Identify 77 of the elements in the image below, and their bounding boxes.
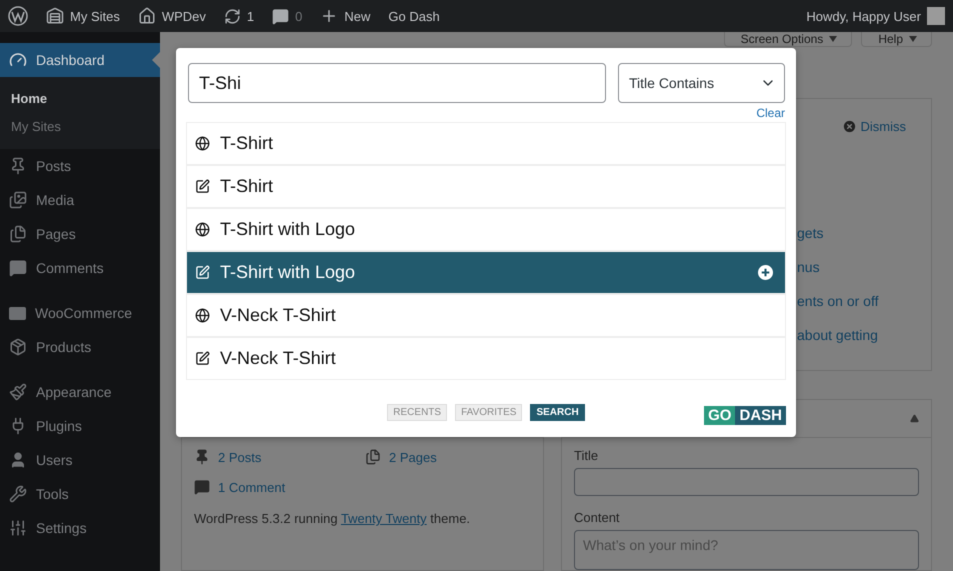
- clear-link[interactable]: Clear: [756, 106, 785, 120]
- title-input[interactable]: [574, 468, 919, 496]
- help-button[interactable]: Help: [861, 32, 932, 47]
- close-icon: [842, 119, 856, 134]
- sidebar-item[interactable]: Products: [0, 330, 160, 364]
- edit-icon: [195, 351, 210, 366]
- box-icon: [9, 338, 27, 356]
- welcome-link[interactable]: about getting: [797, 326, 878, 344]
- pin-icon: [9, 157, 27, 175]
- speech-bubble-icon: [194, 479, 210, 495]
- caret-icon: [829, 36, 838, 42]
- sidebar-item[interactable]: WooCommerce: [0, 296, 160, 330]
- house-icon: [138, 7, 156, 25]
- globe-icon: [195, 308, 210, 323]
- go-dash-logo: GO DASH: [704, 406, 786, 425]
- version-text: WordPress 5.3.2 running Twenty Twenty theme.: [193, 510, 472, 526]
- submenu-item[interactable]: My Sites: [0, 112, 160, 140]
- welcome-link[interactable]: ents on or off: [797, 292, 878, 310]
- sidebar-item[interactable]: Comments: [0, 251, 160, 285]
- pages-icon: [9, 225, 27, 243]
- paintbrush-icon: [9, 383, 27, 401]
- caret-icon: [909, 36, 917, 42]
- admin-bar-link[interactable]: My Sites: [70, 8, 120, 24]
- sidebar-item[interactable]: Appearance: [0, 375, 160, 409]
- mode-tab[interactable]: FAVORITES: [455, 404, 522, 421]
- edit-icon: [195, 179, 210, 194]
- admin-bar-link[interactable]: 1: [246, 8, 254, 24]
- mode-tab[interactable]: RECENTS: [387, 404, 448, 421]
- globe-icon: [195, 136, 210, 151]
- plus-circle-icon[interactable]: [758, 265, 773, 280]
- admin-bar-link[interactable]: WPDev: [162, 8, 206, 24]
- result-row[interactable]: V-Neck T-Shirt: [187, 295, 785, 336]
- field-label: Title: [574, 448, 600, 463]
- theme-link[interactable]: Twenty Twenty: [340, 511, 427, 526]
- mode-tab[interactable]: SEARCH: [530, 404, 585, 421]
- greeting[interactable]: Howdy, Happy User: [806, 8, 921, 24]
- wrench-icon: [9, 485, 27, 503]
- sidebar-item[interactable]: Settings: [0, 511, 160, 545]
- search-field[interactable]: T-Shi: [188, 63, 606, 103]
- screen-options-button[interactable]: Screen Options: [724, 32, 852, 47]
- admin-bar-link[interactable]: Go Dash: [388, 8, 440, 24]
- refresh-icon: [224, 8, 241, 24]
- submenu-item[interactable]: Home: [0, 84, 160, 112]
- user-icon: [9, 451, 27, 469]
- speech-bubble-icon: [9, 259, 27, 277]
- dismiss-link[interactable]: Dismiss: [860, 119, 906, 134]
- globe-icon: [195, 222, 210, 237]
- sidebar-item[interactable]: Tools: [0, 477, 160, 511]
- result-row[interactable]: V-Neck T-Shirt: [187, 338, 785, 379]
- glance-link[interactable]: 1 Comment: [218, 480, 286, 494]
- images-icon: [9, 191, 27, 209]
- welcome-link[interactable]: nus: [797, 258, 820, 276]
- glance-link[interactable]: 2 Posts: [218, 450, 262, 464]
- sidebar-item[interactable]: Media: [0, 183, 160, 217]
- sidebar-item[interactable]: Dashboard: [0, 43, 160, 77]
- wordpress-logo-icon: [8, 6, 28, 26]
- pages-icon: [365, 449, 381, 465]
- sidebar-item[interactable]: Pages: [0, 217, 160, 251]
- filter-select[interactable]: Title Contains: [618, 63, 785, 103]
- speech-bubble-icon: [272, 8, 290, 24]
- sidebar-item[interactable]: Users: [0, 443, 160, 477]
- admin-bar-link[interactable]: New: [344, 8, 370, 24]
- admin-bar-link[interactable]: 0: [295, 8, 302, 24]
- result-row[interactable]: T-Shirt: [187, 123, 785, 164]
- result-row[interactable]: T-Shirt with Logo: [187, 252, 785, 293]
- result-row[interactable]: T-Shirt: [187, 166, 785, 207]
- edit-icon: [195, 265, 210, 280]
- glance-link[interactable]: 2 Pages: [389, 450, 437, 464]
- sidebar-item[interactable]: Posts: [0, 149, 160, 183]
- field-label: Content: [574, 510, 621, 525]
- sliders-icon: [9, 519, 27, 537]
- sidebar-item[interactable]: Plugins: [0, 409, 160, 443]
- gauge-icon: [9, 51, 27, 69]
- pin-icon: [194, 449, 210, 465]
- collapse-triangle-icon[interactable]: [910, 414, 919, 423]
- result-row[interactable]: T-Shirt with Logo: [187, 209, 785, 250]
- welcome-link[interactable]: gets: [797, 224, 824, 242]
